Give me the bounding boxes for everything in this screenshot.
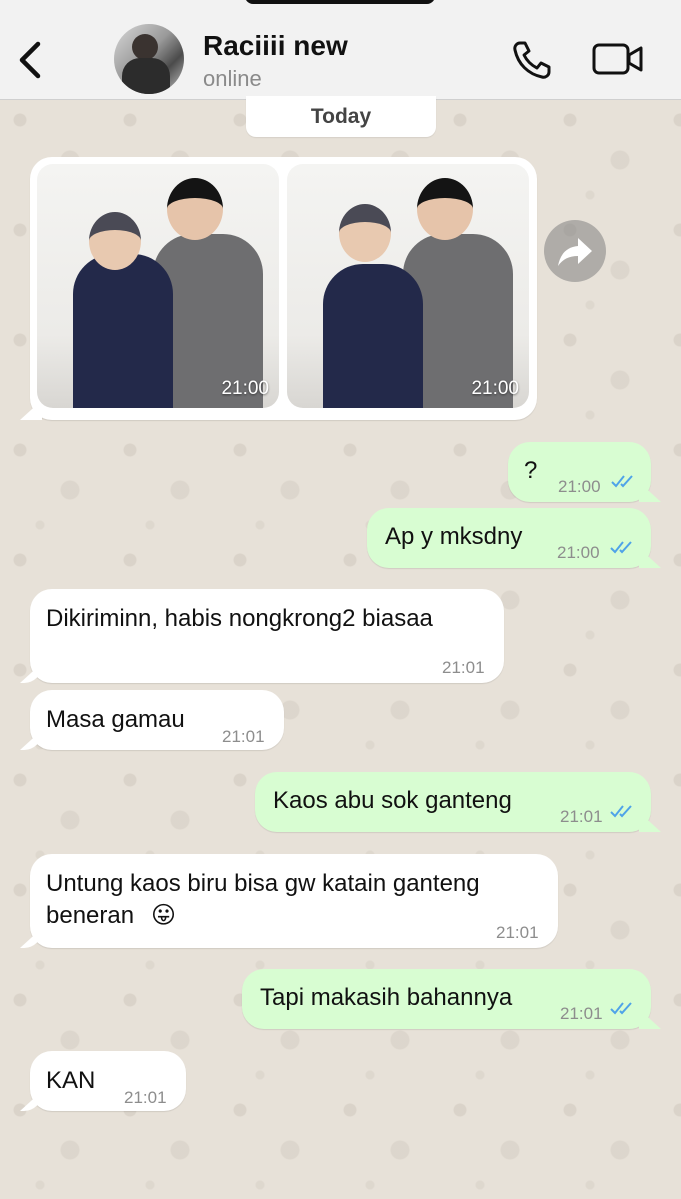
phone-icon (513, 41, 551, 79)
incoming-message[interactable]: Dikiriminn, habis nongkrong2 biasaa 21:0… (30, 589, 504, 683)
message-timestamp: 21:01 (560, 1004, 603, 1023)
forward-button[interactable] (544, 220, 606, 282)
photo-timestamp: 21:00 (221, 378, 269, 399)
message-timestamp: 21:00 (557, 543, 600, 562)
contact-status: online (203, 66, 262, 91)
photo-album-message[interactable]: 21:00 21:00 (30, 157, 537, 420)
chevron-left-icon (19, 41, 41, 79)
double-check-icon (610, 805, 632, 818)
outgoing-message[interactable]: Kaos abu sok ganteng 21:01 (255, 772, 651, 832)
double-check-icon (610, 1002, 632, 1015)
message-text: Dikiriminn, habis nongkrong2 biasaa (46, 605, 433, 632)
photo-figure (89, 212, 141, 270)
voice-call-button[interactable] (510, 38, 556, 82)
message-text-line: Untung kaos biru bisa gw katain ganteng (46, 870, 480, 897)
chat-header: Raciiii new online (0, 0, 681, 100)
message-timestamp: 21:01 (124, 1088, 167, 1107)
contact-name[interactable]: Raciiii new (203, 30, 348, 62)
message-timestamp: 21:01 (222, 727, 265, 746)
message-timestamp: 21:01 (442, 658, 485, 677)
double-check-icon (610, 541, 632, 554)
double-check-icon (611, 475, 633, 488)
outgoing-message[interactable]: ? 21:00 (508, 442, 651, 502)
photo-figure (167, 178, 223, 240)
message-text: Ap y mksdny (385, 523, 523, 550)
outgoing-message[interactable]: Ap y mksdny 21:00 (367, 508, 651, 568)
message-text: Tapi makasih bahannya (260, 984, 513, 1011)
outgoing-message[interactable]: Tapi makasih bahannya 21:01 (242, 969, 651, 1029)
incoming-message[interactable]: Untung kaos biru bisa gw katain ganteng … (30, 854, 558, 948)
message-text: Kaos abu sok ganteng (273, 787, 512, 814)
message-text: KAN (46, 1067, 96, 1094)
message-timestamp: 21:01 (496, 923, 539, 942)
avatar-head (132, 34, 158, 60)
contact-avatar[interactable] (114, 24, 184, 94)
device-notch (245, 0, 435, 4)
video-camera-icon (592, 43, 643, 75)
photo-figure (73, 254, 173, 408)
incoming-message[interactable]: KAN 21:01 (30, 1051, 186, 1111)
video-call-button[interactable] (592, 40, 644, 78)
photo-figure (323, 264, 423, 408)
photo-timestamp: 21:00 (471, 378, 519, 399)
date-separator: Today (246, 96, 436, 137)
message-text: ? (524, 457, 538, 484)
photo-figure (417, 178, 473, 240)
avatar-body (122, 58, 170, 94)
photo-thumbnail[interactable]: 21:00 (287, 164, 529, 408)
message-text-line: beneran (46, 902, 135, 929)
photo-figure (339, 204, 391, 262)
message-text: Masa gamau (46, 706, 185, 733)
incoming-message[interactable]: Masa gamau 21:01 (30, 690, 284, 750)
photo-thumbnail[interactable]: 21:00 (37, 164, 279, 408)
forward-arrow-icon (558, 238, 592, 266)
tongue-out-emoji-icon: 😛 (151, 902, 177, 929)
message-timestamp: 21:01 (560, 807, 603, 826)
back-button[interactable] (14, 38, 48, 82)
message-timestamp: 21:00 (558, 477, 601, 496)
